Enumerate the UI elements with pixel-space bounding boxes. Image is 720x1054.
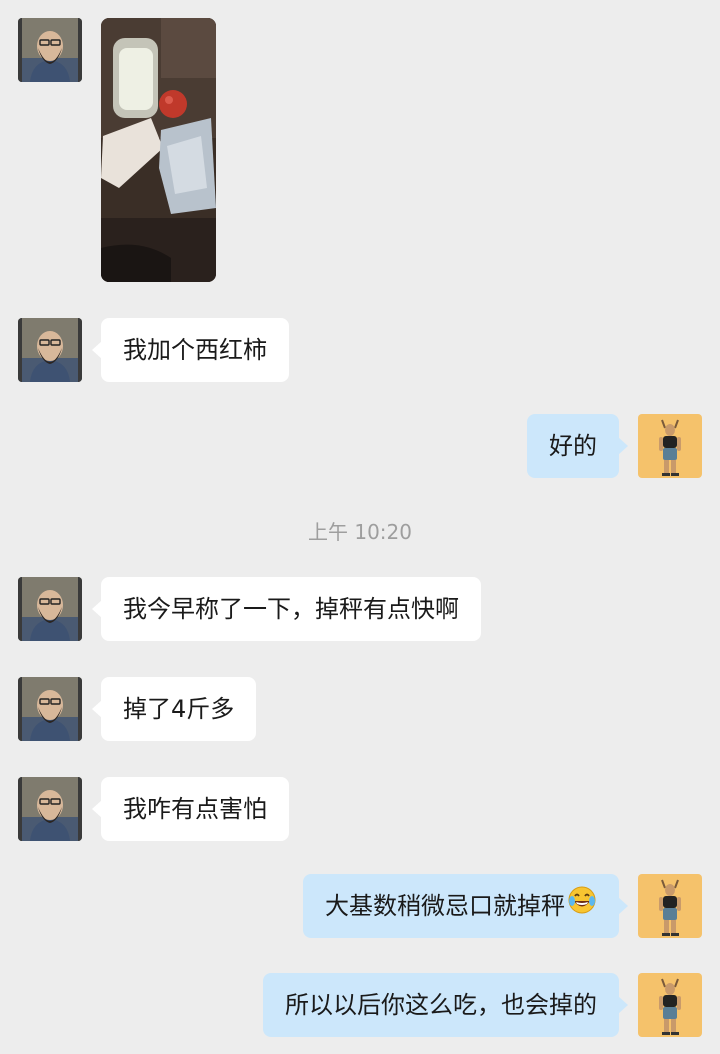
message-text: 大基数稍微忌口就掉秤	[325, 892, 565, 920]
message-text: 好的	[549, 432, 597, 460]
message-bubble-outgoing[interactable]: 好的	[527, 414, 628, 478]
message-text: 我加个西红柿	[123, 336, 267, 364]
message-text: 所以以后你这么吃，也会掉的	[285, 991, 597, 1019]
message-timestamp: 上午 10:20	[308, 520, 412, 544]
contact-avatar[interactable]	[18, 677, 82, 741]
message-bubble-incoming[interactable]: 我咋有点害怕	[92, 777, 289, 841]
message-bubble-outgoing[interactable]: 大基数稍微忌口就掉秤	[303, 874, 628, 939]
contact-avatar[interactable]	[18, 577, 82, 641]
contact-avatar[interactable]	[18, 18, 82, 82]
contact-avatar[interactable]	[18, 777, 82, 841]
message-bubble-incoming[interactable]: 我今早称了一下，掉秤有点快啊	[92, 577, 481, 641]
message-text: 我今早称了一下，掉秤有点快啊	[123, 595, 459, 623]
contact-avatar[interactable]	[18, 318, 82, 382]
photo-message[interactable]	[101, 18, 216, 282]
message-bubble-incoming[interactable]: 掉了4斤多	[91, 677, 257, 741]
my-avatar[interactable]	[638, 414, 702, 478]
my-avatar[interactable]	[638, 874, 702, 938]
laughing-tears-emoji-icon	[567, 875, 597, 939]
message-text: 我咋有点害怕	[123, 795, 267, 823]
message-bubble-outgoing[interactable]: 所以以后你这么吃，也会掉的	[263, 973, 628, 1037]
my-avatar[interactable]	[638, 973, 702, 1037]
message-bubble-incoming[interactable]: 我加个西红柿	[92, 318, 289, 382]
message-text: 掉了4斤多	[123, 695, 235, 723]
